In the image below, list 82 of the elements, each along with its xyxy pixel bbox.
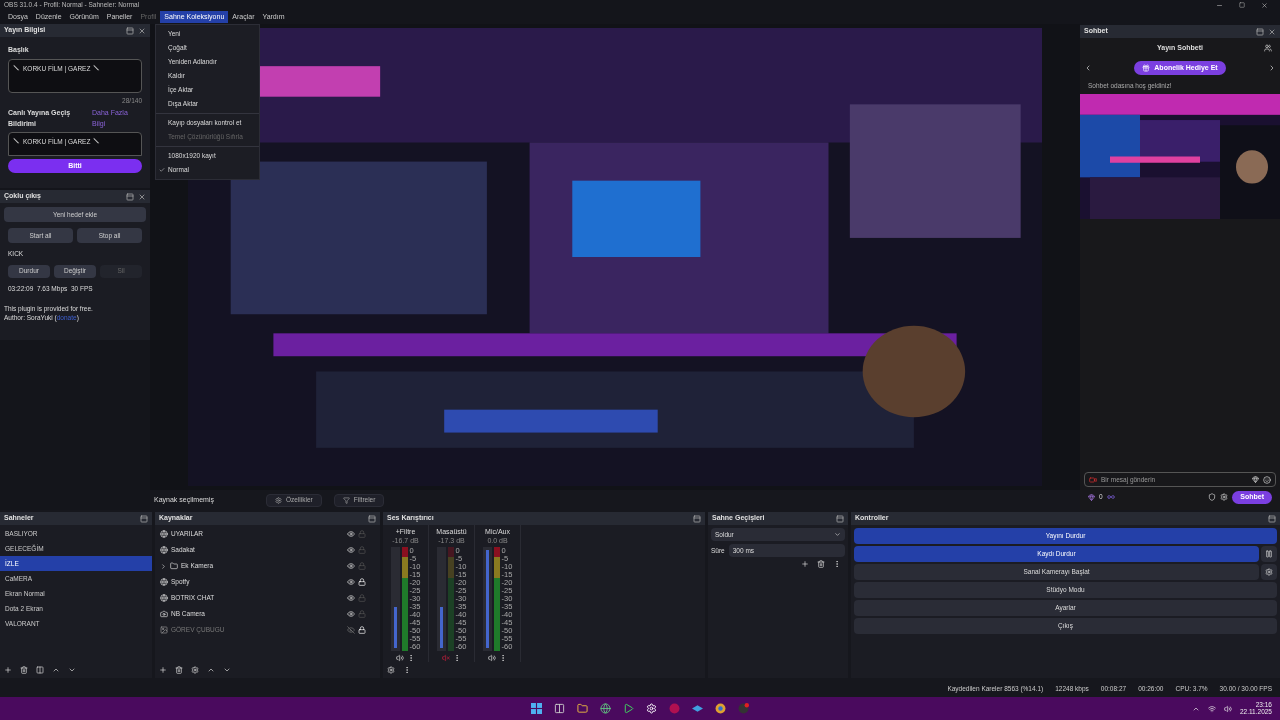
camera-icon: [160, 610, 168, 618]
eye-icon[interactable]: [347, 546, 355, 554]
browser-icon[interactable]: [715, 703, 726, 714]
image-icon: [160, 626, 168, 634]
folder-icon[interactable]: [577, 703, 588, 714]
pause-button[interactable]: [1261, 546, 1277, 562]
close-icon[interactable]: [138, 192, 146, 201]
more-icon[interactable]: [407, 654, 415, 662]
float-icon[interactable]: [836, 514, 844, 523]
move-down-icon[interactable]: [68, 666, 76, 674]
settings-button[interactable]: [1261, 564, 1277, 580]
more-icon[interactable]: [403, 666, 411, 674]
globe-icon[interactable]: [600, 703, 611, 714]
move-up-icon[interactable]: [52, 666, 60, 674]
speaker-icon[interactable]: [488, 654, 496, 662]
close-icon[interactable]: [1261, 1, 1268, 9]
lock-icon[interactable]: [358, 626, 366, 634]
add-icon[interactable]: [801, 560, 809, 568]
more-icon[interactable]: [453, 654, 461, 662]
more-icon[interactable]: [833, 560, 841, 568]
eye-off-icon[interactable]: [347, 626, 355, 634]
delete-icon[interactable]: [175, 666, 183, 674]
knife-icon: [93, 137, 101, 145]
eye-icon[interactable]: [347, 578, 355, 586]
eye-icon[interactable]: [347, 610, 355, 618]
float-icon[interactable]: [1256, 27, 1264, 36]
check-icon: [159, 167, 165, 173]
volume-slider-fill[interactable]: [439, 607, 443, 648]
speaker-icon[interactable]: [1223, 704, 1232, 713]
move-down-icon[interactable]: [223, 666, 231, 674]
task-view-icon[interactable]: [554, 703, 565, 714]
eye-icon[interactable]: [347, 594, 355, 602]
knife-icon: [13, 137, 20, 145]
float-icon[interactable]: [1268, 514, 1276, 523]
users-icon[interactable]: [1264, 44, 1272, 52]
gear-icon: [1265, 568, 1273, 576]
emoji-icon[interactable]: [1263, 475, 1271, 484]
volume-slider[interactable]: [390, 547, 400, 651]
diamond-icon[interactable]: [692, 703, 703, 714]
knife-icon: [93, 63, 101, 71]
lock-icon[interactable]: [358, 578, 366, 586]
gear-icon[interactable]: [646, 703, 657, 714]
globe-icon: [160, 546, 168, 554]
more-icon[interactable]: [499, 654, 507, 662]
float-icon[interactable]: [126, 26, 134, 35]
gem-icon[interactable]: [1252, 476, 1259, 483]
speaker-icon[interactable]: [396, 654, 404, 662]
infinity-icon: [1106, 493, 1115, 501]
float-icon[interactable]: [126, 192, 134, 201]
globe-icon: [160, 578, 168, 586]
folder-icon: [170, 562, 178, 570]
windows-logo-icon[interactable]: [531, 703, 542, 714]
gear-icon: [275, 496, 282, 504]
pause-icon: [1265, 550, 1273, 558]
volume-slider-fill[interactable]: [393, 607, 397, 648]
points-icon[interactable]: [1088, 493, 1095, 501]
close-icon[interactable]: [1268, 27, 1276, 36]
move-up-icon[interactable]: [207, 666, 215, 674]
globe-icon: [160, 530, 168, 538]
delete-icon[interactable]: [817, 560, 825, 568]
close-icon[interactable]: [138, 26, 146, 35]
settings-icon[interactable]: [191, 666, 199, 674]
wifi-icon[interactable]: [1207, 704, 1216, 713]
record-icon[interactable]: [738, 703, 749, 714]
settings-icon[interactable]: [387, 666, 395, 674]
add-icon[interactable]: [4, 666, 12, 674]
video-icon: [1089, 475, 1097, 484]
gift-icon: [1142, 64, 1151, 72]
globe-icon: [160, 594, 168, 602]
float-icon[interactable]: [140, 514, 148, 523]
float-icon[interactable]: [368, 514, 376, 523]
shield-icon[interactable]: [1208, 493, 1217, 501]
float-icon[interactable]: [693, 514, 701, 523]
add-icon[interactable]: [159, 666, 167, 674]
maximize-icon[interactable]: [1239, 1, 1245, 8]
delete-icon[interactable]: [20, 666, 28, 674]
play-icon[interactable]: [623, 703, 634, 714]
volume-slider[interactable]: [436, 547, 446, 651]
settings-icon[interactable]: [1220, 493, 1229, 501]
eye-icon[interactable]: [347, 562, 355, 570]
eye-icon[interactable]: [347, 530, 355, 538]
knife-icon: [13, 63, 20, 71]
